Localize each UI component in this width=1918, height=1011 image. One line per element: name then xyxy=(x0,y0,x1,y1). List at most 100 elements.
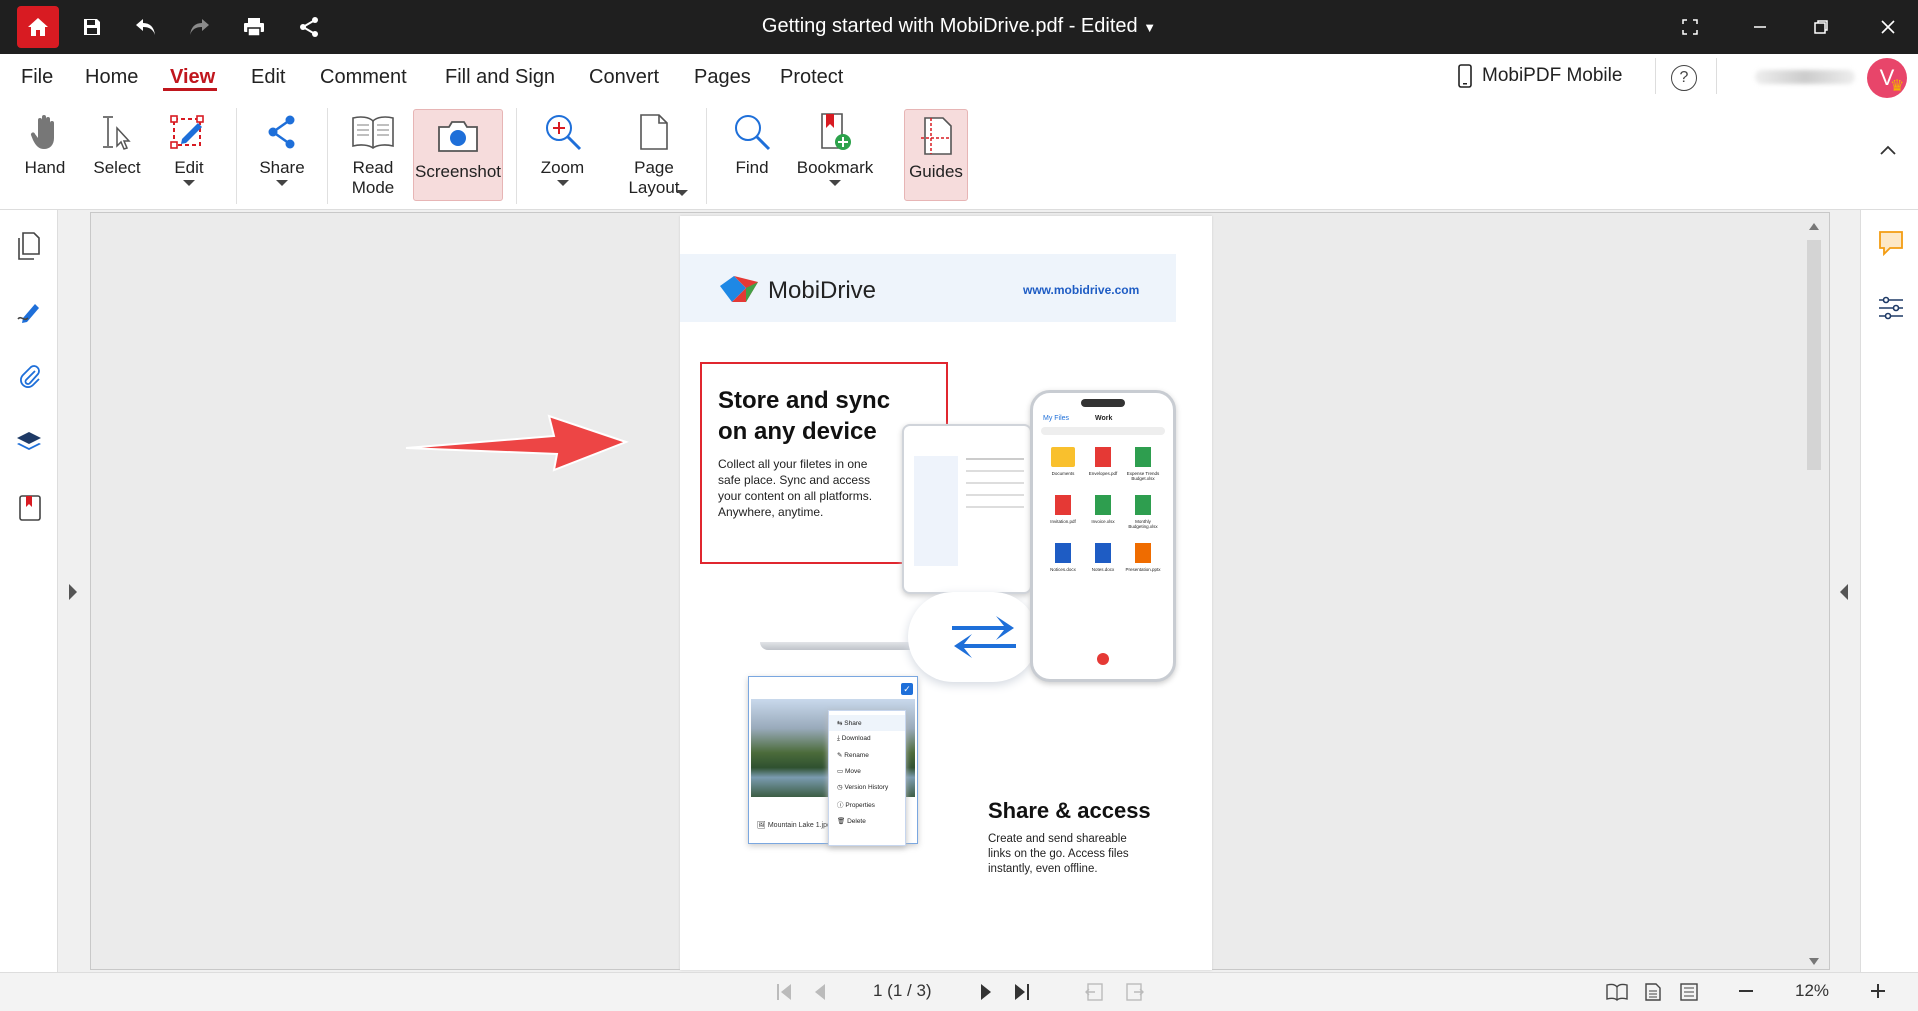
collapse-ribbon-button[interactable] xyxy=(1880,142,1896,160)
checkbox-checked-icon: ✓ xyxy=(901,683,913,695)
zoom-level[interactable]: 12% xyxy=(1795,981,1829,1001)
menu-home[interactable]: Home xyxy=(85,66,138,89)
crown-icon: ♛ xyxy=(1890,78,1905,95)
file-item: Documents xyxy=(1043,447,1083,481)
zoom-in-icon[interactable] xyxy=(1870,983,1886,999)
scroll-down-icon[interactable] xyxy=(1809,958,1819,966)
edit-tool[interactable]: Edit xyxy=(160,106,218,204)
select-tool[interactable]: Select xyxy=(86,106,148,204)
book-open-icon xyxy=(352,116,394,149)
zoom-out-icon[interactable] xyxy=(1738,989,1754,993)
phone-header: Work xyxy=(1095,415,1113,422)
file-item: Presentation.pptx xyxy=(1123,543,1163,572)
vertical-scrollbar[interactable] xyxy=(1803,222,1825,970)
back-view-icon[interactable] xyxy=(1085,983,1103,1001)
chevron-down-icon xyxy=(676,190,688,196)
bookmarks-panel-button[interactable] xyxy=(18,494,42,527)
heading-line-2: on any device xyxy=(718,418,877,445)
attachments-panel-button[interactable] xyxy=(19,363,41,394)
read-mode-view-icon[interactable] xyxy=(1606,983,1628,1001)
share-label: Share xyxy=(259,158,305,177)
last-page-icon[interactable] xyxy=(1014,983,1030,1001)
arrow-annotation[interactable] xyxy=(404,408,634,478)
screenshot-tool[interactable]: Screenshot xyxy=(413,109,503,201)
hand-icon xyxy=(30,115,54,149)
expand-right-panel-button[interactable] xyxy=(1839,583,1849,606)
single-page-view-icon[interactable] xyxy=(1645,983,1661,1001)
ribbon-separator xyxy=(236,108,237,204)
context-menu-item[interactable]: ▭ Move xyxy=(829,763,905,779)
image-caption: 🖼 Mountain Lake 1.jpeg xyxy=(757,822,835,829)
read-mode-label-1: Read xyxy=(352,158,394,177)
pages-panel-button[interactable] xyxy=(17,232,41,265)
forward-view-icon[interactable] xyxy=(1126,983,1144,1001)
signatures-panel-button[interactable] xyxy=(17,298,43,329)
fullscreen-button[interactable] xyxy=(1665,7,1715,47)
share-tool[interactable]: Share xyxy=(252,106,312,204)
hand-tool[interactable]: Hand xyxy=(15,106,75,204)
zoom-tool[interactable]: Zoom xyxy=(530,106,595,204)
file-item: Notes.docx xyxy=(1083,543,1123,572)
help-icon[interactable]: ? xyxy=(1671,65,1697,91)
layers-panel-button[interactable] xyxy=(15,430,43,459)
mobipdf-mobile-button[interactable]: MobiPDF Mobile xyxy=(1458,64,1622,88)
context-menu-item[interactable]: ⓘ Properties xyxy=(829,795,905,813)
body-line: safe place. Sync and access xyxy=(718,473,871,487)
comments-panel-button[interactable] xyxy=(1878,230,1904,261)
first-page-icon[interactable] xyxy=(776,983,792,1001)
context-menu-item[interactable]: ⤓ Download xyxy=(829,731,905,747)
brand-url[interactable]: www.mobidrive.com xyxy=(1023,283,1139,297)
image-caption-text: Mountain Lake 1.jpeg xyxy=(767,822,835,829)
section-heading-sync: Store and sync on any device xyxy=(718,385,890,447)
previous-page-icon[interactable] xyxy=(814,983,826,1001)
menu-divider xyxy=(1716,58,1717,94)
read-mode-tool[interactable]: Read Mode xyxy=(342,106,404,204)
sliders-icon xyxy=(1879,296,1903,320)
expand-left-panel-button[interactable] xyxy=(68,583,78,606)
menu-protect[interactable]: Protect xyxy=(780,66,843,89)
body-line: Collect all your filetes in one xyxy=(718,457,868,471)
close-button[interactable] xyxy=(1863,7,1913,47)
laptop-screen-illustration xyxy=(902,424,1032,594)
read-mode-label-2: Mode xyxy=(351,178,395,197)
status-bar: 1 (1 / 3) 12% xyxy=(0,972,1918,1011)
title-bar: Getting started with MobiDrive.pdf - Edi… xyxy=(0,0,1918,54)
fullscreen-icon xyxy=(1682,19,1698,35)
continuous-view-icon[interactable] xyxy=(1680,983,1698,1001)
page-indicator[interactable]: 1 (1 / 3) xyxy=(873,981,932,1001)
menu-file[interactable]: File xyxy=(21,66,53,89)
zoom-label: Zoom xyxy=(540,158,585,177)
scrollbar-thumb[interactable] xyxy=(1807,240,1821,470)
menu-comment[interactable]: Comment xyxy=(320,66,407,89)
menu-pages[interactable]: Pages xyxy=(694,66,751,89)
context-menu-item[interactable]: ✎ Rename xyxy=(829,747,905,763)
pdf-page[interactable]: MobiDrive www.mobidrive.com Store and sy… xyxy=(680,216,1212,970)
chevron-down-icon xyxy=(829,180,841,186)
menu-fill-and-sign[interactable]: Fill and Sign xyxy=(445,66,555,89)
next-page-icon[interactable] xyxy=(980,983,992,1001)
context-menu-item[interactable]: 🗑 Delete xyxy=(829,813,905,829)
menu-view[interactable]: View xyxy=(170,66,215,89)
hand-label: Hand xyxy=(24,158,66,177)
maximize-button[interactable] xyxy=(1796,7,1846,47)
bookmark-tool[interactable]: Bookmark xyxy=(794,106,876,204)
find-tool[interactable]: Find xyxy=(722,106,782,204)
properties-panel-button[interactable] xyxy=(1878,296,1904,325)
context-menu-item[interactable]: ⇆ Share xyxy=(829,715,905,731)
context-menu-item[interactable]: ◷ Version History xyxy=(829,779,905,795)
phone-icon xyxy=(1458,64,1472,88)
sync-arrows-icon xyxy=(952,616,1016,658)
menu-convert[interactable]: Convert xyxy=(589,66,659,89)
menu-edit[interactable]: Edit xyxy=(251,66,285,89)
mobidrive-logo-icon xyxy=(720,276,758,302)
page-icon xyxy=(640,114,668,150)
minimize-button[interactable] xyxy=(1735,7,1785,47)
brand-name: MobiDrive xyxy=(768,277,877,304)
edit-icon xyxy=(170,115,204,149)
guides-tool[interactable]: Guides xyxy=(904,109,968,201)
document-title[interactable]: Getting started with MobiDrive.pdf - Edi… xyxy=(0,15,1918,38)
find-label: Find xyxy=(735,158,769,177)
scroll-up-icon[interactable] xyxy=(1809,222,1819,230)
chevron-down-icon: ▼ xyxy=(1143,20,1157,35)
search-icon xyxy=(735,115,771,151)
